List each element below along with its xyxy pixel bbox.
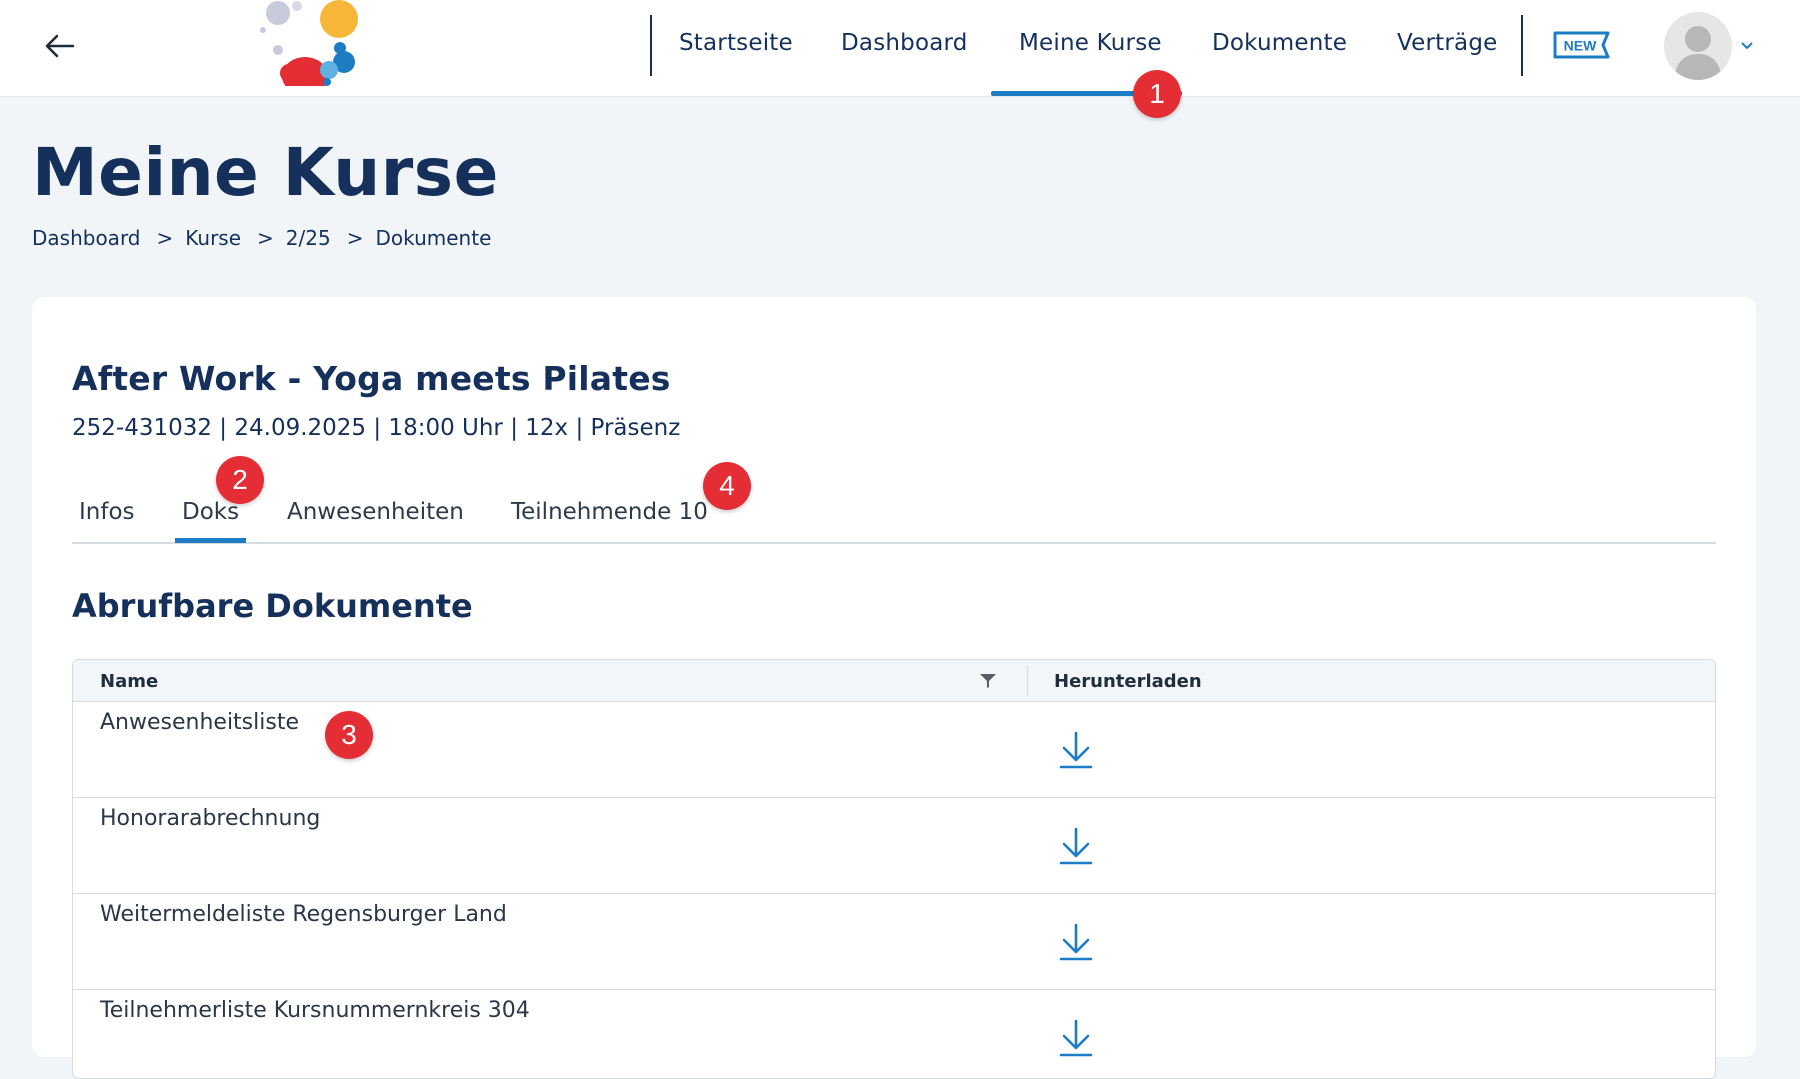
chevron-down-icon <box>1741 42 1753 50</box>
nav-dokumente[interactable]: Dokumente <box>1212 30 1347 56</box>
download-icon[interactable] <box>1058 730 1094 770</box>
nav-dashboard[interactable]: Dashboard <box>841 30 968 56</box>
arrow-left-icon <box>45 34 75 58</box>
nav-divider <box>1521 15 1523 76</box>
top-navigation-bar: Startseite Dashboard Meine Kurse Dokumen… <box>0 0 1800 97</box>
column-divider <box>1027 666 1028 696</box>
filter-icon[interactable] <box>978 672 998 690</box>
download-icon[interactable] <box>1058 1018 1094 1058</box>
annotation-marker-3: 3 <box>325 711 373 759</box>
table-row: Honorarabrechnung <box>73 798 1715 894</box>
avatar <box>1664 12 1732 80</box>
course-card: After Work - Yoga meets Pilates 252-4310… <box>32 297 1756 1079</box>
breadcrumb-course[interactable]: 2/25 <box>286 226 331 250</box>
nav-vertraege[interactable]: Verträge <box>1397 30 1497 56</box>
table-row: Teilnehmerliste Kursnummernkreis 304 <box>73 990 1715 1078</box>
page-title: Meine Kurse <box>32 134 499 211</box>
course-tabs: Infos Doks Anwesenheiten Teilnehmende 10 <box>72 475 1716 544</box>
new-badge-label: NEW <box>1564 38 1597 54</box>
back-button[interactable] <box>40 26 80 66</box>
brand-logo[interactable] <box>255 0 375 90</box>
table-row: Anwesenheitsliste <box>73 702 1715 798</box>
document-name: Honorarabrechnung <box>100 806 321 831</box>
user-menu[interactable] <box>1664 12 1764 80</box>
document-name: Weitermeldeliste Regensburger Land <box>100 902 507 927</box>
breadcrumb-separator: > <box>346 226 364 250</box>
column-header-name[interactable]: Name <box>100 671 158 692</box>
section-title: Abrufbare Dokumente <box>72 587 473 625</box>
breadcrumb: Dashboard > Kurse > 2/25 > Dokumente <box>32 226 491 250</box>
new-badge-button[interactable]: NEW <box>1553 30 1611 60</box>
nav-divider <box>650 15 652 76</box>
annotation-marker-4: 4 <box>703 462 751 510</box>
download-icon[interactable] <box>1058 826 1094 866</box>
documents-table: Name Herunterladen Anwesenheitsliste Hon… <box>72 659 1716 1079</box>
breadcrumb-separator: > <box>257 226 274 250</box>
user-silhouette-icon <box>1674 26 1722 80</box>
tab-anwesenheiten[interactable]: Anwesenheiten <box>287 499 464 525</box>
column-header-download: Herunterladen <box>1054 671 1202 692</box>
tab-doks[interactable]: Doks <box>182 499 239 525</box>
tab-teilnehmende[interactable]: Teilnehmende 10 <box>511 499 708 525</box>
document-name: Anwesenheitsliste <box>100 710 299 735</box>
breadcrumb-kurse[interactable]: Kurse <box>185 226 241 250</box>
download-icon[interactable] <box>1058 922 1094 962</box>
tab-infos[interactable]: Infos <box>79 499 135 525</box>
nav-startseite[interactable]: Startseite <box>679 30 793 56</box>
breadcrumb-separator: > <box>156 226 174 250</box>
course-title: After Work - Yoga meets Pilates <box>72 359 671 398</box>
breadcrumb-dashboard[interactable]: Dashboard <box>32 226 141 250</box>
course-meta: 252-431032 | 24.09.2025 | 18:00 Uhr | 12… <box>72 415 681 441</box>
annotation-marker-2: 2 <box>216 456 264 504</box>
annotation-marker-1: 1 <box>1133 70 1181 118</box>
document-name: Teilnehmerliste Kursnummernkreis 304 <box>100 998 530 1023</box>
active-tab-indicator <box>175 538 246 543</box>
table-row: Weitermeldeliste Regensburger Land <box>73 894 1715 990</box>
nav-meine-kurse[interactable]: Meine Kurse <box>1019 30 1162 56</box>
table-header: Name Herunterladen <box>73 660 1715 702</box>
breadcrumb-dokumente: Dokumente <box>375 226 492 250</box>
